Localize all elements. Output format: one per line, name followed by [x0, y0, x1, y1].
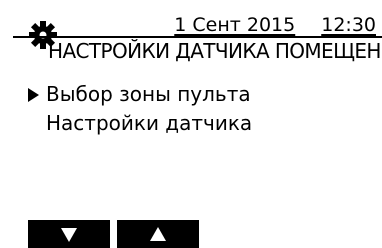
softkey-down-button[interactable]: [28, 220, 110, 248]
time-text: 12:30: [321, 14, 376, 36]
date-time-display: 1 Сент 2015 12:30: [174, 14, 376, 36]
date-text: 1 Сент 2015: [174, 14, 296, 36]
selection-cursor-icon: [28, 88, 39, 102]
arrow-down-icon: [61, 228, 77, 242]
menu-item-label: Выбор зоны пульта: [46, 82, 251, 106]
menu-list: Выбор зоны пульта Настройки датчика: [28, 80, 252, 138]
softkey-up-button[interactable]: [117, 220, 199, 248]
page-title: НАСТРОЙКИ ДАТЧИКА ПОМЕЩЕНИЯ: [48, 39, 382, 63]
controller-screen: 1 Сент 2015 12:30 НАСТРОЙКИ ДАТЧИКА ПОМЕЩ…: [0, 0, 382, 248]
header: 1 Сент 2015 12:30 НАСТРОЙКИ ДАТЧИКА ПОМЕЩ…: [0, 0, 382, 66]
menu-item-label: Настройки датчика: [46, 111, 253, 135]
arrow-up-icon: [150, 227, 166, 241]
menu-item-remote-zone-select[interactable]: Выбор зоны пульта: [28, 80, 252, 109]
menu-item-sensor-settings[interactable]: Настройки датчика: [28, 109, 252, 138]
